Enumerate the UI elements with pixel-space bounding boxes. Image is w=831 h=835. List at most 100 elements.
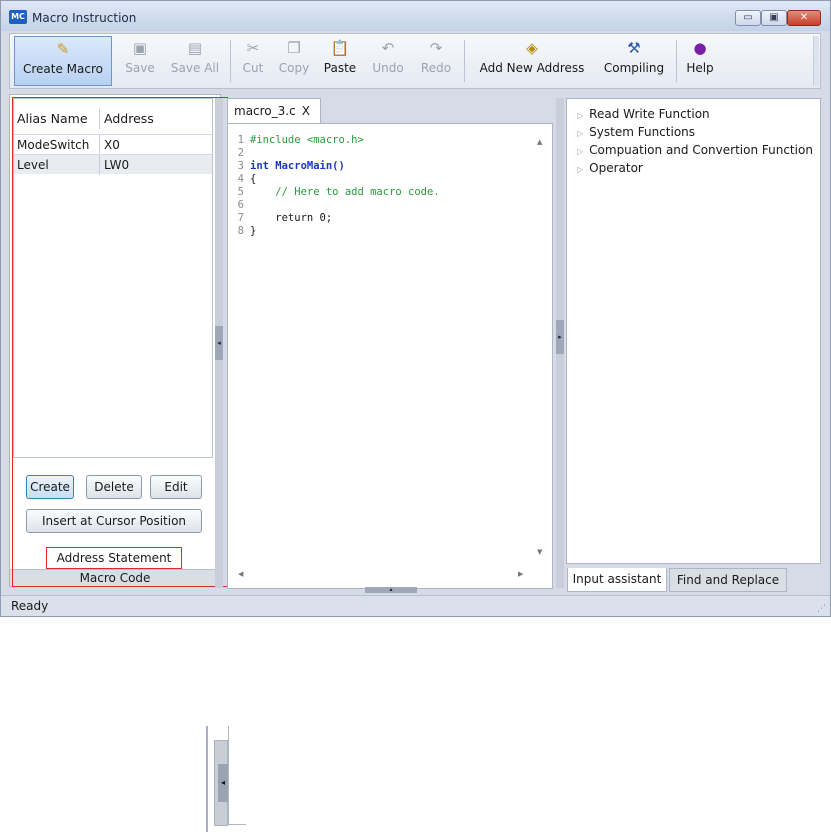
- code-line: }: [250, 225, 257, 237]
- compile-icon: ⚒: [627, 39, 641, 57]
- create-macro-button[interactable]: ✎ Create Macro: [14, 36, 112, 86]
- scroll-down-icon[interactable]: ▼: [537, 548, 542, 556]
- cut-button[interactable]: ✂ Cut: [236, 36, 270, 86]
- compiling-button[interactable]: ⚒ Compiling: [598, 36, 670, 86]
- create-macro-label: Create Macro: [22, 62, 103, 76]
- tree-item-system[interactable]: ▷ System Functions: [577, 123, 695, 141]
- expand-icon: ▷: [577, 165, 584, 174]
- left-splitter[interactable]: ◂: [215, 98, 223, 588]
- collapse-right-icon[interactable]: ▸: [556, 320, 564, 354]
- toolbar-overflow[interactable]: [813, 36, 819, 86]
- edit-button[interactable]: Edit: [150, 475, 202, 499]
- tree-item-label: Read Write Function: [589, 107, 710, 121]
- line-number: 5: [237, 186, 244, 198]
- paste-label: Paste: [323, 61, 357, 75]
- expand-icon: ▷: [577, 147, 584, 156]
- tab-input-assistant[interactable]: Input assistant: [567, 568, 667, 592]
- tree-item-read-write[interactable]: ▷ Read Write Function: [577, 105, 710, 123]
- collapse-bottom-icon[interactable]: ▴: [365, 587, 417, 593]
- line-number: 2: [237, 147, 244, 159]
- editor-horizontal-scrollbar[interactable]: ◀ ▶: [230, 570, 534, 584]
- toolbar-separator: [464, 40, 465, 82]
- help-button[interactable]: ● Help: [680, 36, 720, 86]
- code-area[interactable]: #include <macro.h> int MacroMain() { // …: [250, 134, 530, 238]
- scroll-right-icon[interactable]: ▶: [518, 570, 523, 578]
- add-address-icon: ◈: [526, 39, 538, 57]
- close-button[interactable]: ✕: [787, 10, 821, 26]
- undo-button[interactable]: ↶ Undo: [366, 36, 410, 86]
- delete-button[interactable]: Delete: [86, 475, 142, 499]
- line-number: 3: [237, 160, 244, 172]
- undo-label: Undo: [372, 61, 404, 75]
- create-button[interactable]: Create: [26, 475, 74, 499]
- table-row[interactable]: ModeSwitch X0: [14, 134, 212, 155]
- code-editor[interactable]: 1 2 3 4 5 6 7 8 #include <macro.h> int M…: [227, 123, 553, 589]
- splitter-zoom-inset: ◂: [206, 726, 246, 832]
- macro-code-tab[interactable]: Macro Code: [10, 569, 220, 586]
- redo-label: Redo: [420, 61, 452, 75]
- insert-at-cursor-button[interactable]: Insert at Cursor Position: [26, 509, 202, 533]
- compiling-label: Compiling: [603, 61, 665, 75]
- save-all-icon: ▤: [187, 39, 203, 57]
- expand-icon: ▷: [577, 129, 584, 138]
- add-new-address-label: Add New Address: [479, 61, 585, 75]
- cell-address: X0: [104, 138, 120, 152]
- app-icon: MC: [9, 10, 27, 24]
- code-line: return 0;: [250, 212, 333, 224]
- tree-item-operator[interactable]: ▷ Operator: [577, 159, 643, 177]
- inset-border-line: [228, 726, 229, 824]
- header-address[interactable]: Address: [101, 109, 211, 129]
- right-splitter[interactable]: ▸: [556, 98, 564, 588]
- save-all-button[interactable]: ▤ Save All: [166, 36, 224, 86]
- table-row[interactable]: Level LW0: [14, 154, 212, 175]
- cell-address: LW0: [104, 158, 130, 172]
- tree-item-label: System Functions: [589, 125, 696, 139]
- save-button[interactable]: ▣ Save: [120, 36, 160, 86]
- copy-label: Copy: [278, 61, 310, 75]
- help-label: Help: [686, 61, 714, 75]
- toolbar: ✎ Create Macro ▣ Save ▤ Save All ✂ Cut ❐…: [9, 33, 821, 89]
- code-line: {: [250, 173, 257, 185]
- save-label: Save: [125, 61, 155, 75]
- redo-button[interactable]: ↷ Redo: [414, 36, 458, 86]
- editor-vertical-scrollbar[interactable]: ▲ ▼: [534, 128, 548, 566]
- address-table[interactable]: Alias Name Address ModeSwitch X0 Level L…: [13, 98, 213, 458]
- copy-icon: ❐: [287, 39, 301, 57]
- address-panel: Alias Name Address ModeSwitch X0 Level L…: [9, 94, 221, 587]
- line-number: 1: [237, 134, 244, 146]
- redo-icon: ↷: [429, 39, 443, 57]
- collapse-left-icon[interactable]: ◂: [215, 326, 223, 360]
- inset-collapse-left-icon: ◂: [218, 764, 228, 802]
- code-line: #include <macro.h>: [250, 134, 364, 146]
- scroll-up-icon[interactable]: ▲: [537, 138, 542, 146]
- tab-close-icon[interactable]: X: [302, 104, 310, 118]
- tab-find-and-replace[interactable]: Find and Replace: [669, 568, 787, 592]
- scroll-left-icon[interactable]: ◀: [238, 570, 243, 578]
- minimize-button[interactable]: ▭: [735, 10, 761, 26]
- inset-border-line: [228, 824, 246, 825]
- maximize-button[interactable]: ▣: [761, 10, 787, 26]
- cell-alias: Level: [14, 155, 100, 175]
- paste-button[interactable]: 📋 Paste: [318, 36, 362, 86]
- help-icon: ●: [693, 39, 707, 57]
- status-bar: Ready ⋰: [1, 595, 830, 616]
- resize-grip-icon[interactable]: ⋰: [817, 604, 826, 614]
- add-new-address-button[interactable]: ◈ Add New Address: [472, 36, 592, 86]
- copy-button[interactable]: ❐ Copy: [274, 36, 314, 86]
- function-library-panel: ▷ Read Write Function ▷ System Functions ▷…: [566, 98, 821, 564]
- line-number: 4: [237, 173, 244, 185]
- tree-item-computation[interactable]: ▷ Compuation and Convertion Function: [577, 141, 813, 159]
- inset-edge: [206, 726, 208, 832]
- table-header: Alias Name Address: [14, 109, 212, 129]
- tab-macro-file[interactable]: macro_3.c X: [227, 98, 321, 124]
- code-line: int MacroMain(): [250, 160, 345, 172]
- tree-item-label: Operator: [589, 161, 643, 175]
- cut-label: Cut: [242, 61, 264, 75]
- address-statement-tab[interactable]: Address Statement: [46, 547, 182, 569]
- header-alias-name[interactable]: Alias Name: [14, 109, 100, 129]
- macro-instruction-window: MC Macro Instruction ▭ ▣ ✕ ✎ Create Macr…: [0, 0, 831, 617]
- toolbar-separator: [676, 40, 677, 82]
- line-number: 7: [237, 212, 244, 224]
